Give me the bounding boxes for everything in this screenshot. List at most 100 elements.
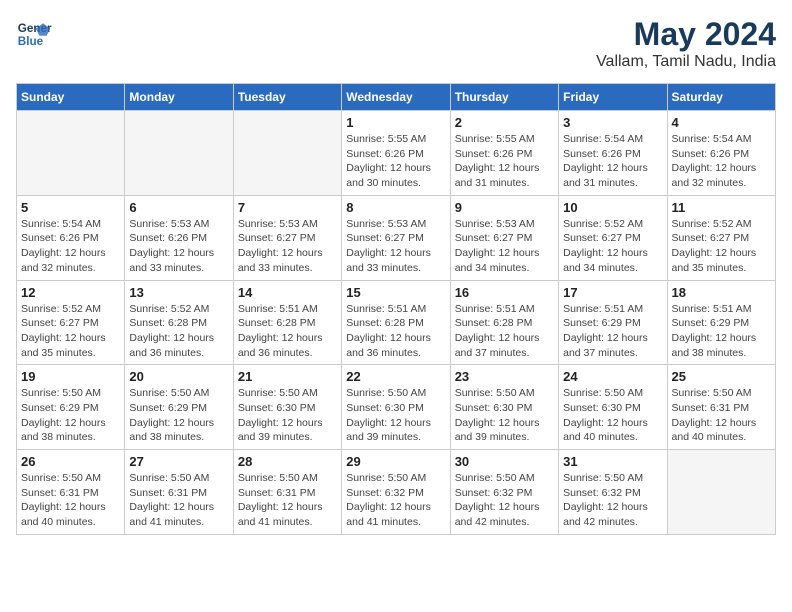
table-row: 25 Sunrise: 5:50 AMSunset: 6:31 PMDayligh… <box>667 365 775 450</box>
day-info: Sunrise: 5:50 AMSunset: 6:29 PMDaylight:… <box>129 386 228 445</box>
table-row: 20 Sunrise: 5:50 AMSunset: 6:29 PMDayligh… <box>125 365 233 450</box>
table-row: 19 Sunrise: 5:50 AMSunset: 6:29 PMDayligh… <box>17 365 125 450</box>
calendar-week-row: 5 Sunrise: 5:54 AMSunset: 6:26 PMDaylight… <box>17 195 776 280</box>
table-row: 5 Sunrise: 5:54 AMSunset: 6:26 PMDaylight… <box>17 195 125 280</box>
table-row: 13 Sunrise: 5:52 AMSunset: 6:28 PMDayligh… <box>125 280 233 365</box>
table-row: 24 Sunrise: 5:50 AMSunset: 6:30 PMDayligh… <box>559 365 667 450</box>
day-number: 18 <box>672 285 771 300</box>
day-number: 21 <box>238 369 337 384</box>
day-number: 15 <box>346 285 445 300</box>
day-number: 13 <box>129 285 228 300</box>
table-row: 27 Sunrise: 5:50 AMSunset: 6:31 PMDayligh… <box>125 450 233 535</box>
day-info: Sunrise: 5:55 AMSunset: 6:26 PMDaylight:… <box>455 132 554 191</box>
header-wednesday: Wednesday <box>342 84 450 111</box>
header-monday: Monday <box>125 84 233 111</box>
day-info: Sunrise: 5:50 AMSunset: 6:30 PMDaylight:… <box>346 386 445 445</box>
table-row <box>233 111 341 196</box>
day-number: 31 <box>563 454 662 469</box>
table-row: 8Sunrise: 5:53 AMSunset: 6:27 PMDaylight… <box>342 195 450 280</box>
header-tuesday: Tuesday <box>233 84 341 111</box>
table-row: 26 Sunrise: 5:50 AMSunset: 6:31 PMDayligh… <box>17 450 125 535</box>
calendar-week-row: 19 Sunrise: 5:50 AMSunset: 6:29 PMDayligh… <box>17 365 776 450</box>
day-info: Sunrise: 5:50 AMSunset: 6:31 PMDaylight:… <box>129 471 228 530</box>
day-number: 10 <box>563 200 662 215</box>
day-info: Sunrise: 5:52 AMSunset: 6:27 PMDaylight:… <box>672 217 771 276</box>
day-info: Sunrise: 5:50 AMSunset: 6:31 PMDaylight:… <box>672 386 771 445</box>
day-number: 14 <box>238 285 337 300</box>
calendar-week-row: 12 Sunrise: 5:52 AMSunset: 6:27 PMDayligh… <box>17 280 776 365</box>
day-number: 19 <box>21 369 120 384</box>
table-row <box>17 111 125 196</box>
table-row: 6 Sunrise: 5:53 AMSunset: 6:26 PMDaylight… <box>125 195 233 280</box>
table-row: 29 Sunrise: 5:50 AMSunset: 6:32 PMDayligh… <box>342 450 450 535</box>
day-info: Sunrise: 5:53 AMSunset: 6:26 PMDaylight:… <box>129 217 228 276</box>
day-number: 30 <box>455 454 554 469</box>
table-row: 18 Sunrise: 5:51 AMSunset: 6:29 PMDayligh… <box>667 280 775 365</box>
table-row: 12 Sunrise: 5:52 AMSunset: 6:27 PMDayligh… <box>17 280 125 365</box>
day-info: Sunrise: 5:50 AMSunset: 6:30 PMDaylight:… <box>455 386 554 445</box>
calendar-week-row: 1Sunrise: 5:55 AMSunset: 6:26 PMDaylight… <box>17 111 776 196</box>
day-info: Sunrise: 5:54 AMSunset: 6:26 PMDaylight:… <box>563 132 662 191</box>
svg-text:Blue: Blue <box>18 35 44 48</box>
table-row: 30Sunrise: 5:50 AMSunset: 6:32 PMDayligh… <box>450 450 558 535</box>
day-info: Sunrise: 5:50 AMSunset: 6:30 PMDaylight:… <box>238 386 337 445</box>
table-row: 28Sunrise: 5:50 AMSunset: 6:31 PMDayligh… <box>233 450 341 535</box>
table-row: 11 Sunrise: 5:52 AMSunset: 6:27 PMDayligh… <box>667 195 775 280</box>
day-number: 7 <box>238 200 337 215</box>
day-number: 9 <box>455 200 554 215</box>
day-number: 5 <box>21 200 120 215</box>
day-number: 6 <box>129 200 228 215</box>
header-saturday: Saturday <box>667 84 775 111</box>
table-row: 31 Sunrise: 5:50 AMSunset: 6:32 PMDayligh… <box>559 450 667 535</box>
day-info: Sunrise: 5:50 AMSunset: 6:31 PMDaylight:… <box>21 471 120 530</box>
day-info: Sunrise: 5:51 AMSunset: 6:28 PMDaylight:… <box>238 302 337 361</box>
day-info: Sunrise: 5:51 AMSunset: 6:28 PMDaylight:… <box>455 302 554 361</box>
day-info: Sunrise: 5:50 AMSunset: 6:32 PMDaylight:… <box>563 471 662 530</box>
table-row <box>125 111 233 196</box>
logo-icon: General Blue <box>16 16 52 52</box>
location: Vallam, Tamil Nadu, India <box>596 53 776 71</box>
day-info: Sunrise: 5:53 AMSunset: 6:27 PMDaylight:… <box>346 217 445 276</box>
day-number: 20 <box>129 369 228 384</box>
calendar-table: Sunday Monday Tuesday Wednesday Thursday… <box>16 83 776 535</box>
day-number: 26 <box>21 454 120 469</box>
day-number: 27 <box>129 454 228 469</box>
header-thursday: Thursday <box>450 84 558 111</box>
day-number: 11 <box>672 200 771 215</box>
calendar-header-row: Sunday Monday Tuesday Wednesday Thursday… <box>17 84 776 111</box>
day-info: Sunrise: 5:54 AMSunset: 6:26 PMDaylight:… <box>672 132 771 191</box>
table-row: 23Sunrise: 5:50 AMSunset: 6:30 PMDayligh… <box>450 365 558 450</box>
day-info: Sunrise: 5:52 AMSunset: 6:28 PMDaylight:… <box>129 302 228 361</box>
day-number: 22 <box>346 369 445 384</box>
table-row: 10 Sunrise: 5:52 AMSunset: 6:27 PMDayligh… <box>559 195 667 280</box>
table-row: 1Sunrise: 5:55 AMSunset: 6:26 PMDaylight… <box>342 111 450 196</box>
day-info: Sunrise: 5:50 AMSunset: 6:29 PMDaylight:… <box>21 386 120 445</box>
day-info: Sunrise: 5:52 AMSunset: 6:27 PMDaylight:… <box>563 217 662 276</box>
table-row: 15Sunrise: 5:51 AMSunset: 6:28 PMDayligh… <box>342 280 450 365</box>
table-row: 14 Sunrise: 5:51 AMSunset: 6:28 PMDayligh… <box>233 280 341 365</box>
day-number: 25 <box>672 369 771 384</box>
day-info: Sunrise: 5:51 AMSunset: 6:29 PMDaylight:… <box>563 302 662 361</box>
table-row: 16Sunrise: 5:51 AMSunset: 6:28 PMDayligh… <box>450 280 558 365</box>
day-info: Sunrise: 5:52 AMSunset: 6:27 PMDaylight:… <box>21 302 120 361</box>
day-number: 24 <box>563 369 662 384</box>
page-header: General Blue May 2024 Vallam, Tamil Nadu… <box>16 16 776 71</box>
day-info: Sunrise: 5:55 AMSunset: 6:26 PMDaylight:… <box>346 132 445 191</box>
day-number: 29 <box>346 454 445 469</box>
day-info: Sunrise: 5:50 AMSunset: 6:32 PMDaylight:… <box>346 471 445 530</box>
header-sunday: Sunday <box>17 84 125 111</box>
day-number: 28 <box>238 454 337 469</box>
calendar-week-row: 26 Sunrise: 5:50 AMSunset: 6:31 PMDayligh… <box>17 450 776 535</box>
day-number: 12 <box>21 285 120 300</box>
day-number: 17 <box>563 285 662 300</box>
table-row: 4Sunrise: 5:54 AMSunset: 6:26 PMDaylight… <box>667 111 775 196</box>
table-row <box>667 450 775 535</box>
day-info: Sunrise: 5:54 AMSunset: 6:26 PMDaylight:… <box>21 217 120 276</box>
month-year: May 2024 <box>596 16 776 53</box>
day-info: Sunrise: 5:53 AMSunset: 6:27 PMDaylight:… <box>238 217 337 276</box>
day-info: Sunrise: 5:51 AMSunset: 6:29 PMDaylight:… <box>672 302 771 361</box>
table-row: 2Sunrise: 5:55 AMSunset: 6:26 PMDaylight… <box>450 111 558 196</box>
table-row: 3Sunrise: 5:54 AMSunset: 6:26 PMDaylight… <box>559 111 667 196</box>
day-info: Sunrise: 5:50 AMSunset: 6:30 PMDaylight:… <box>563 386 662 445</box>
table-row: 7 Sunrise: 5:53 AMSunset: 6:27 PMDaylight… <box>233 195 341 280</box>
